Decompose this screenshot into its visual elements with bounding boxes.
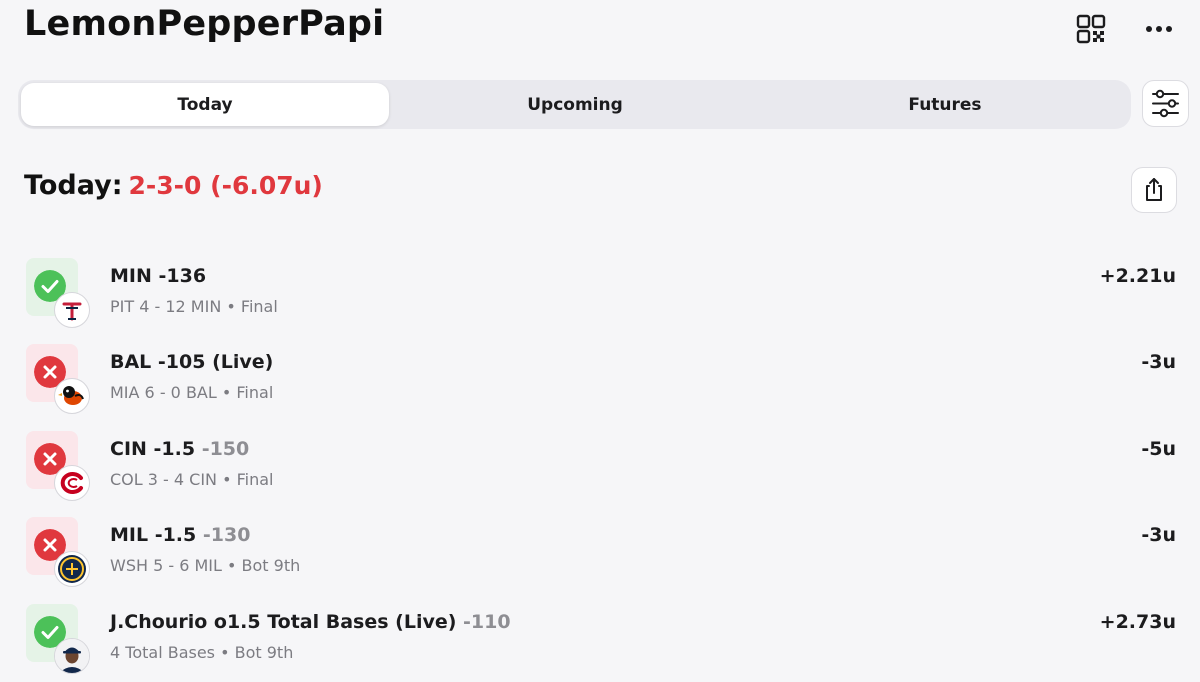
bet-title: MIL -1.5 -130 (110, 524, 250, 546)
bet-detail: 4 Total Bases • Bot 9th (110, 643, 294, 662)
bet-status-tile (26, 604, 90, 674)
tab-today[interactable]: Today (21, 83, 389, 126)
bet-odds: -130 (202, 524, 251, 546)
filter-button[interactable] (1142, 80, 1189, 127)
more-options-button[interactable] (1140, 12, 1178, 46)
player-avatar-icon (54, 638, 90, 674)
bet-row[interactable]: BAL -105 (Live) MIA 6 - 0 BAL • Final -3… (0, 336, 1200, 416)
tab-futures[interactable]: Futures (761, 83, 1129, 126)
bet-row[interactable]: MIN -136 PIT 4 - 12 MIN • Final +2.21u (0, 250, 1200, 330)
bet-units: -5u (1141, 438, 1176, 460)
bet-status-tile (26, 431, 90, 501)
daily-summary: Today: 2-3-0 (-6.07u) (24, 170, 323, 214)
bet-units: +2.21u (1099, 265, 1176, 287)
more-horizontal-icon (1146, 26, 1172, 32)
qr-code-icon (1076, 14, 1106, 44)
summary-label: Today: (24, 170, 123, 201)
brewers-logo-icon (54, 551, 90, 587)
profile-header: LemonPepperPapi (0, 0, 1200, 60)
reds-logo-icon (54, 465, 90, 501)
bet-status-tile (26, 258, 90, 328)
orioles-logo-icon (54, 378, 90, 414)
bet-odds: -150 (201, 438, 250, 460)
bet-units: -3u (1141, 524, 1176, 546)
bet-detail: COL 3 - 4 CIN • Final (110, 470, 274, 489)
share-button[interactable] (1131, 167, 1177, 213)
bet-status-tile (26, 517, 90, 587)
bet-row[interactable]: MIL -1.5 -130 WSH 5 - 6 MIL • Bot 9th -3… (0, 509, 1200, 589)
bet-units: +2.73u (1099, 611, 1176, 633)
username-title: LemonPepperPapi (24, 4, 385, 44)
twins-logo-icon (54, 292, 90, 328)
bet-selection: MIL -1.5 (110, 524, 197, 546)
bet-selection: CIN -1.5 (110, 438, 196, 460)
share-icon (1146, 178, 1162, 201)
bet-status-tile (26, 344, 90, 414)
bet-detail: PIT 4 - 12 MIN • Final (110, 297, 278, 316)
bet-odds: -110 (463, 611, 511, 633)
bet-title: BAL -105 (Live) (110, 351, 273, 373)
sliders-icon (1152, 89, 1179, 118)
bet-selection: J.Chourio o1.5 Total Bases (Live) (110, 611, 457, 633)
tab-upcoming[interactable]: Upcoming (391, 83, 759, 126)
qr-code-button[interactable] (1074, 12, 1108, 46)
bet-selection: MIN -136 (110, 265, 207, 287)
bet-units: -3u (1141, 351, 1176, 373)
bet-row[interactable]: J.Chourio o1.5 Total Bases (Live) -110 4… (0, 596, 1200, 676)
bet-title: CIN -1.5 -150 (110, 438, 249, 460)
bet-row[interactable]: CIN -1.5 -150 COL 3 - 4 CIN • Final -5u (0, 423, 1200, 503)
bet-detail: MIA 6 - 0 BAL • Final (110, 383, 274, 402)
bet-period-tabs: Today Upcoming Futures (18, 80, 1131, 129)
summary-record: 2-3-0 (-6.07u) (128, 171, 323, 200)
bet-title: J.Chourio o1.5 Total Bases (Live) -110 (110, 611, 511, 633)
bet-title: MIN -136 (110, 265, 206, 287)
bet-selection: BAL -105 (Live) (110, 351, 274, 373)
bet-detail: WSH 5 - 6 MIL • Bot 9th (110, 556, 301, 575)
